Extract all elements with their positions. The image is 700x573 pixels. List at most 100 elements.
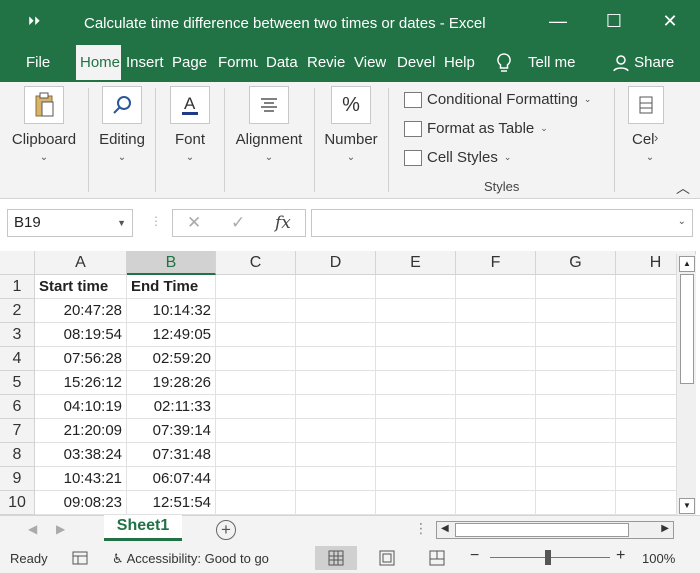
cell-g10[interactable] (536, 491, 616, 515)
chevron-down-icon[interactable]: ⌄ (678, 216, 686, 227)
tab-help[interactable]: Help (444, 45, 475, 82)
share-button[interactable]: Share (612, 45, 674, 82)
zoom-slider-thumb[interactable] (545, 550, 551, 565)
accessibility-checker[interactable]: ♿ Accessibility: Good to go (112, 551, 269, 567)
scroll-up-icon[interactable]: ▲ (679, 256, 695, 272)
column-header-d[interactable]: D (296, 251, 376, 275)
cells-group[interactable]: Cel ⌄ (626, 86, 674, 163)
cell-d4[interactable] (296, 347, 376, 371)
column-header-a[interactable]: A (35, 251, 127, 275)
cell-b8[interactable]: 07:31:48 (127, 443, 216, 467)
tab-insert[interactable]: Insert (126, 45, 164, 82)
font-group[interactable]: A Font ⌄ (166, 86, 214, 163)
cell-f8[interactable] (456, 443, 536, 467)
tab-review[interactable]: Revie (307, 45, 347, 82)
cell-b4[interactable]: 02:59:20 (127, 347, 216, 371)
chevron-right-icon[interactable]: › (654, 130, 658, 145)
cell-b6[interactable]: 02:11:33 (127, 395, 216, 419)
cell-g9[interactable] (536, 467, 616, 491)
tab-data[interactable]: Data (266, 45, 298, 82)
cell-f3[interactable] (456, 323, 536, 347)
cell-f10[interactable] (456, 491, 536, 515)
cell-b9[interactable]: 06:07:44 (127, 467, 216, 491)
cell-a9[interactable]: 10:43:21 (35, 467, 127, 491)
tab-file[interactable]: File (26, 45, 50, 82)
cell-g3[interactable] (536, 323, 616, 347)
cell-styles-button[interactable]: Cell Styles ⌄ (404, 149, 511, 166)
tell-me-box[interactable]: Tell me (528, 45, 576, 82)
cell-d1[interactable] (296, 275, 376, 299)
insert-function-icon[interactable]: fx (275, 213, 291, 233)
format-as-table-button[interactable]: Format as Table ⌄ (404, 120, 548, 137)
cell-f5[interactable] (456, 371, 536, 395)
column-header-c[interactable]: C (216, 251, 296, 275)
cell-a8[interactable]: 03:38:24 (35, 443, 127, 467)
cell-g5[interactable] (536, 371, 616, 395)
cell-g4[interactable] (536, 347, 616, 371)
cell-g2[interactable] (536, 299, 616, 323)
cell-d7[interactable] (296, 419, 376, 443)
cell-c2[interactable] (216, 299, 296, 323)
macro-recording-icon[interactable] (72, 551, 88, 568)
collapse-ribbon-icon[interactable]: ︿ (676, 178, 690, 198)
cell-d5[interactable] (296, 371, 376, 395)
cell-g6[interactable] (536, 395, 616, 419)
quick-access-toolbar-icon[interactable]: ⏵⏵ (28, 14, 40, 29)
scroll-down-icon[interactable]: ▼ (679, 498, 695, 514)
cell-c5[interactable] (216, 371, 296, 395)
zoom-in-button[interactable]: + (616, 547, 625, 565)
cell-b2[interactable]: 10:14:32 (127, 299, 216, 323)
cell-c1[interactable] (216, 275, 296, 299)
page-layout-view-button[interactable] (366, 546, 408, 570)
cell-c4[interactable] (216, 347, 296, 371)
close-button[interactable]: ✕ (652, 10, 688, 34)
minimize-button[interactable]: — (540, 10, 576, 34)
cell-b7[interactable]: 07:39:14 (127, 419, 216, 443)
editing-group[interactable]: Editing ⌄ (96, 86, 148, 163)
cell-a1[interactable]: Start time (35, 275, 127, 299)
horizontal-scrollbar[interactable]: ◀ ▶ (436, 521, 674, 539)
cell-a10[interactable]: 09:08:23 (35, 491, 127, 515)
cell-a7[interactable]: 21:20:09 (35, 419, 127, 443)
alignment-group[interactable]: Alignment ⌄ (232, 86, 306, 163)
normal-view-button[interactable] (315, 546, 357, 570)
cell-a6[interactable]: 04:10:19 (35, 395, 127, 419)
scroll-right-icon[interactable]: ▶ (661, 523, 669, 534)
row-header[interactable]: 10 (0, 491, 35, 515)
column-header-b[interactable]: B (127, 251, 216, 275)
zoom-level[interactable]: 100% (642, 551, 675, 566)
scroll-left-icon[interactable]: ◀ (441, 523, 449, 534)
chevron-down-icon[interactable]: ▼ (117, 210, 126, 236)
previous-sheet-icon[interactable]: ◀ (28, 522, 37, 536)
row-header[interactable]: 7 (0, 419, 35, 443)
next-sheet-icon[interactable]: ▶ (56, 522, 65, 536)
row-header[interactable]: 6 (0, 395, 35, 419)
drag-handle-icon[interactable]: ⋮ (150, 214, 162, 228)
cell-c8[interactable] (216, 443, 296, 467)
cell-f4[interactable] (456, 347, 536, 371)
cell-f7[interactable] (456, 419, 536, 443)
cell-d8[interactable] (296, 443, 376, 467)
cell-c3[interactable] (216, 323, 296, 347)
cancel-icon[interactable]: ✕ (187, 213, 201, 233)
tab-home[interactable]: Home (76, 45, 121, 82)
cell-b5[interactable]: 19:28:26 (127, 371, 216, 395)
cell-g7[interactable] (536, 419, 616, 443)
number-group[interactable]: % Number ⌄ (322, 86, 380, 163)
tab-developer[interactable]: Devel (397, 45, 435, 82)
zoom-out-button[interactable]: − (470, 547, 479, 565)
drag-handle-icon[interactable]: ⋮ (414, 520, 428, 537)
cell-e3[interactable] (376, 323, 456, 347)
row-header[interactable]: 8 (0, 443, 35, 467)
cell-g8[interactable] (536, 443, 616, 467)
name-box[interactable]: B19 ▼ (7, 209, 133, 237)
cell-b3[interactable]: 12:49:05 (127, 323, 216, 347)
cell-d3[interactable] (296, 323, 376, 347)
horizontal-scroll-thumb[interactable] (455, 523, 629, 537)
tab-formulas[interactable]: Formu (218, 45, 258, 82)
conditional-formatting-button[interactable]: Conditional Formatting ⌄ (404, 91, 591, 108)
cell-e10[interactable] (376, 491, 456, 515)
cell-f1[interactable] (456, 275, 536, 299)
cell-e8[interactable] (376, 443, 456, 467)
select-all-corner[interactable] (0, 251, 35, 275)
